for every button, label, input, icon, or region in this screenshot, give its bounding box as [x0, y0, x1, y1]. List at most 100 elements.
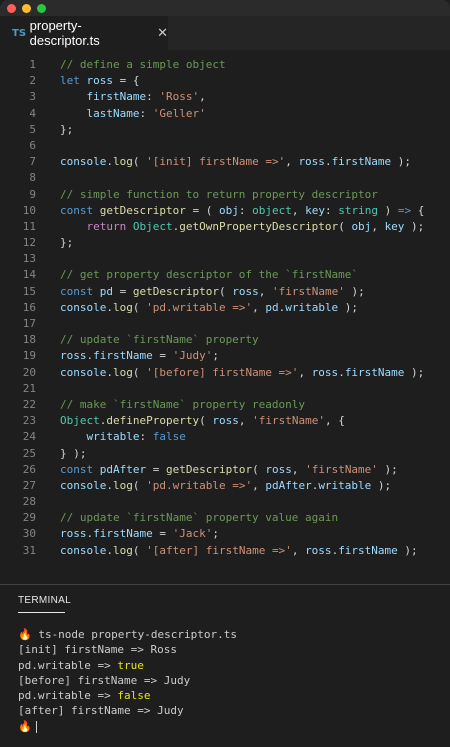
code-line[interactable]: 21	[0, 381, 450, 397]
code-line[interactable]: 31 console.log( '[after] firstName =>', r…	[0, 543, 450, 559]
code-line[interactable]: 4 lastName: 'Geller'	[0, 106, 450, 122]
code-token: = {	[113, 74, 140, 88]
code-token: lastName	[86, 106, 140, 120]
code-line[interactable]: 23 Object.defineProperty( ross, 'firstNam…	[0, 413, 450, 429]
code-line[interactable]: 17	[0, 316, 450, 332]
code-line[interactable]: 18 // update `firstName` property	[0, 332, 450, 348]
minimize-window-button[interactable]	[22, 4, 31, 13]
line-number: 13	[22, 252, 36, 266]
code-token: );	[377, 462, 398, 476]
code-token: console	[60, 300, 107, 314]
code-token: Object	[60, 414, 100, 428]
code-text: console.log( 'pd.writable =>', pd.writab…	[36, 300, 358, 316]
code-line[interactable]: 9 // simple function to return property d…	[0, 187, 450, 203]
code-token: pd	[265, 300, 279, 314]
close-tab-icon[interactable]: ✕	[157, 26, 168, 41]
code-token: ,	[285, 155, 299, 169]
code-line[interactable]: 30 ross.firstName = 'Jack';	[0, 526, 450, 542]
code-token: pd	[99, 284, 113, 298]
code-line[interactable]: 13	[0, 251, 450, 267]
code-token: ,	[252, 300, 266, 314]
code-line[interactable]: 3 firstName: 'Ross',	[0, 89, 450, 105]
code-token: obj	[351, 219, 372, 233]
code-token: ross	[311, 365, 339, 379]
code-line[interactable]: 26 const pdAfter = getDescriptor( ross, '…	[0, 462, 450, 478]
code-token: // update `firstName` property value aga…	[60, 511, 339, 525]
code-token: ,	[291, 462, 306, 476]
code-token: string	[338, 203, 378, 217]
line-number: 19	[22, 349, 36, 363]
code-line[interactable]: 20 console.log( '[before] firstName =>', …	[0, 365, 450, 381]
maximize-window-button[interactable]	[37, 4, 46, 13]
typescript-file-icon: TS	[12, 27, 27, 39]
tab-property-descriptor[interactable]: TS property-descriptor.ts ✕	[0, 16, 168, 50]
code-token: let	[60, 74, 87, 88]
line-number: 27	[22, 478, 36, 492]
code-line[interactable]: 8	[0, 170, 450, 186]
code-token: writable	[318, 478, 372, 492]
code-text: const getDescriptor = ( obj: object, key…	[36, 203, 424, 219]
code-line[interactable]: 7 console.log( '[init] firstName =>', ros…	[0, 154, 450, 170]
code-line[interactable]: 15 const pd = getDescriptor( ross, 'first…	[0, 284, 450, 300]
code-line[interactable]: 1 // define a simple object	[0, 57, 450, 73]
code-token: // make `firstName` property readonly	[60, 397, 306, 411]
code-token: ,	[298, 365, 312, 379]
code-token: 'pd.writable =>'	[146, 300, 253, 314]
code-line[interactable]: 25} );	[0, 446, 450, 462]
terminal-panel: TERMINAL 🔥 ts-node property-descriptor.t…	[0, 584, 450, 747]
code-editor[interactable]: 1// define a simple object 2 let ross = {3…	[0, 57, 450, 559]
code-line[interactable]: 27 console.log( 'pd.writable =>', pdAfter…	[0, 478, 450, 494]
code-token: writable	[285, 300, 339, 314]
code-token: log	[112, 478, 133, 492]
code-token: ,	[252, 478, 266, 492]
code-token: firstName	[86, 90, 147, 104]
code-token: ,	[199, 90, 206, 104]
code-token: );	[404, 219, 425, 233]
line-number: 22	[22, 397, 36, 411]
tab-terminal[interactable]: TERMINAL	[18, 595, 71, 613]
code-text: console.log( '[after] firstName =>', ros…	[36, 543, 418, 559]
code-line[interactable]: 10 const getDescriptor = ( obj: object, k…	[0, 203, 450, 219]
code-token: .	[338, 365, 345, 379]
terminal-line: pd.writable => true	[18, 658, 237, 673]
code-line[interactable]: 14 // get property descriptor of the `fir…	[0, 267, 450, 283]
code-line[interactable]: 2 let ross = {	[0, 73, 450, 89]
code-token: (	[132, 543, 147, 557]
code-line[interactable]: 19 ross.firstName = 'Judy';	[0, 348, 450, 364]
code-line[interactable]: 11 return Object.getOwnPropertyDescripto…	[0, 219, 450, 235]
code-token: const	[60, 203, 100, 217]
code-token: log	[112, 155, 133, 169]
line-number: 2	[29, 74, 36, 88]
code-line[interactable]: 24 writable: false	[0, 429, 450, 445]
code-line[interactable]: 28	[0, 494, 450, 510]
line-number: 31	[22, 543, 36, 557]
line-number: 17	[22, 317, 36, 330]
code-line[interactable]: 22 // make `firstName` property readonly	[0, 397, 450, 413]
editor-window: TS property-descriptor.ts ✕ 1 // define a…	[0, 0, 450, 747]
code-token: .	[106, 543, 113, 557]
line-number: 29	[22, 511, 36, 525]
code-line[interactable]: 5};	[0, 122, 450, 138]
code-line[interactable]: 29 // update `firstName` property value a…	[0, 510, 450, 526]
close-window-button[interactable]	[7, 4, 16, 13]
terminal-line: [init] firstName => Ross	[18, 642, 237, 657]
code-token: pdAfter	[99, 462, 147, 476]
code-token: log	[112, 543, 133, 557]
line-number: 9	[29, 187, 36, 201]
code-token: ross	[60, 349, 87, 363]
code-token: ;	[212, 349, 219, 363]
code-token: '[init] firstName =>'	[146, 155, 286, 169]
line-number: 12	[22, 236, 36, 250]
code-line[interactable]: 16 console.log( 'pd.writable =>', pd.writ…	[0, 300, 450, 316]
line-number: 1	[29, 58, 36, 71]
code-text: // make `firstName` property readonly	[36, 397, 305, 413]
code-line[interactable]: 6	[0, 138, 450, 154]
terminal-output[interactable]: 🔥 ts-node property-descriptor.ts [init] f…	[18, 627, 237, 734]
code-line[interactable]: 12};	[0, 235, 450, 251]
code-token: :	[139, 106, 153, 120]
code-token: 'Judy'	[172, 349, 213, 363]
terminal-line: 🔥 ts-node property-descriptor.ts	[18, 627, 237, 642]
code-token: ross	[298, 155, 325, 169]
